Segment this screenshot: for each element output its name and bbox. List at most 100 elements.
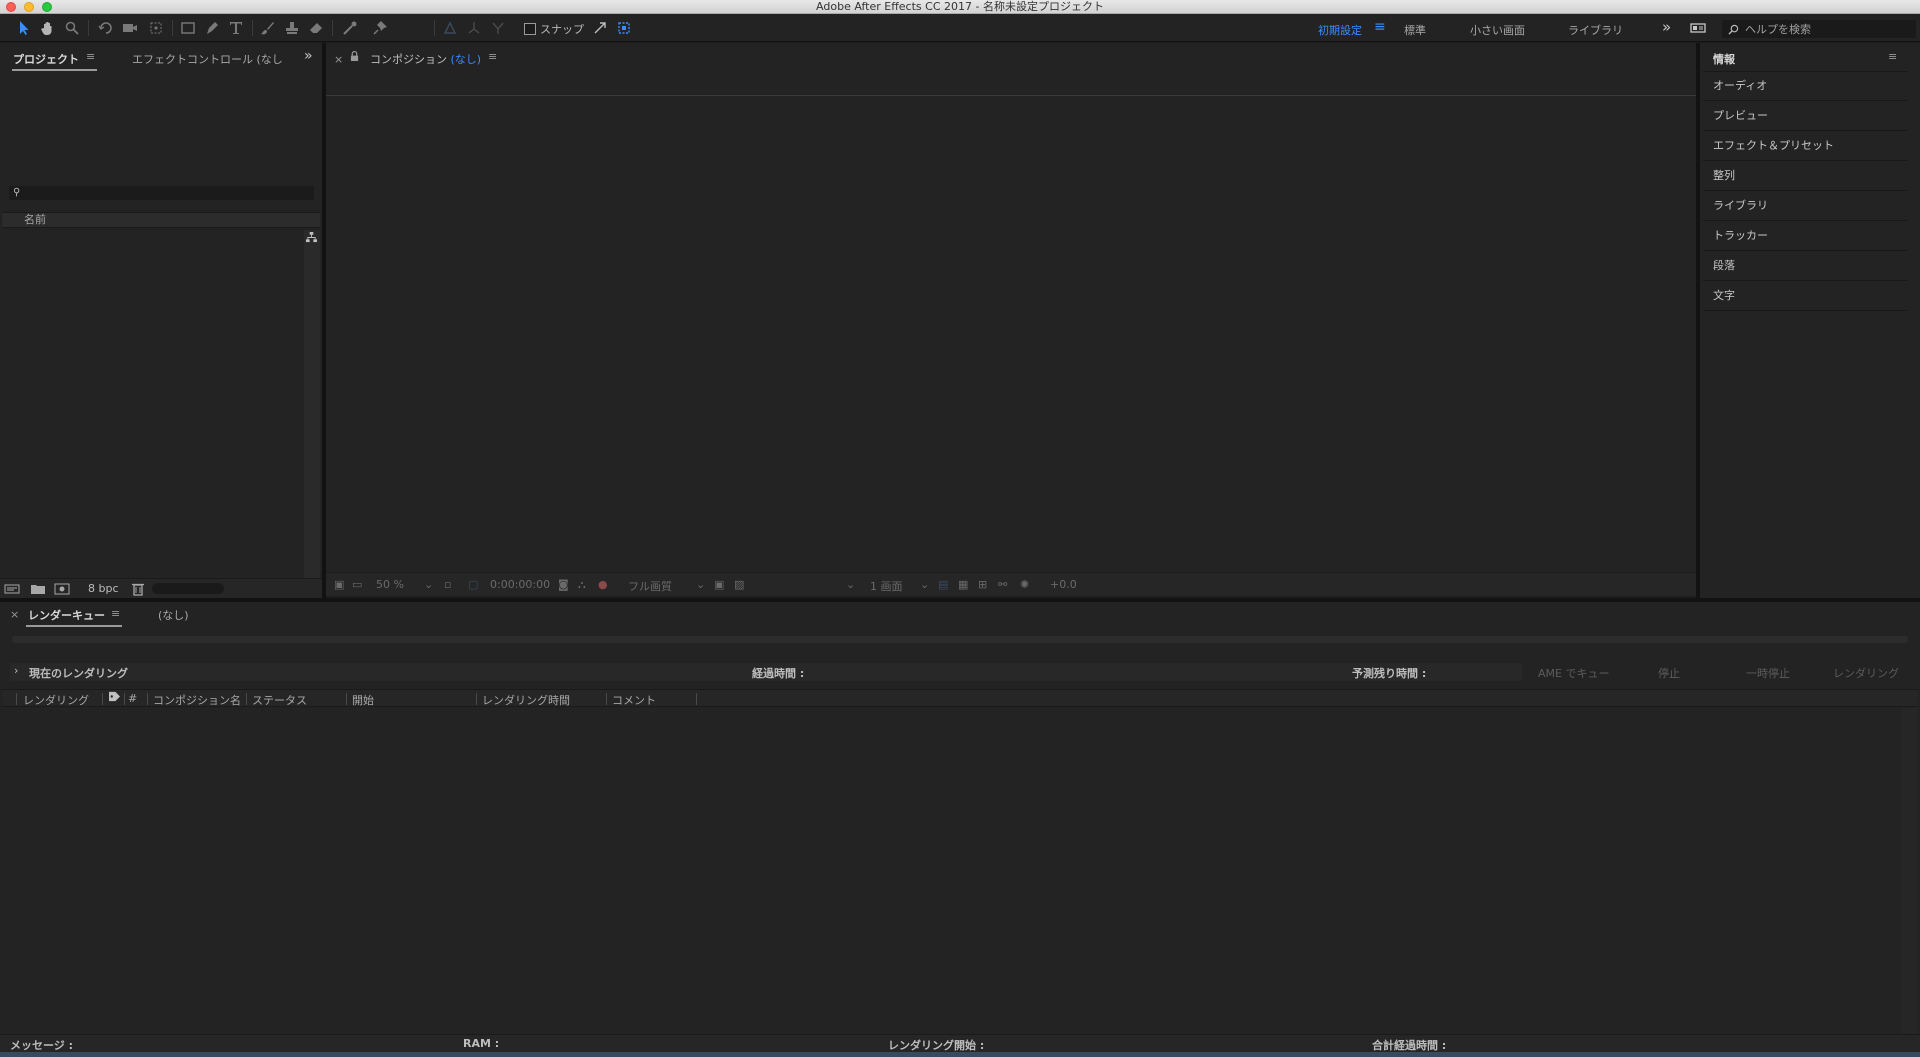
help-search-field[interactable]: ヘルプを検索 <box>1722 20 1916 38</box>
snap-extents-icon[interactable] <box>614 18 634 38</box>
pause-button[interactable]: 一時停止 <box>1746 665 1790 681</box>
view-axis-mode-icon[interactable] <box>488 18 508 38</box>
render-button[interactable]: レンダリング <box>1833 665 1899 681</box>
safe-margins-icon[interactable]: ▢ <box>468 578 478 591</box>
snap-checkbox[interactable] <box>524 23 536 35</box>
world-axis-mode-icon[interactable] <box>464 18 484 38</box>
panel-info[interactable]: 情報 <box>1713 51 1735 67</box>
type-tool-icon[interactable] <box>226 18 246 38</box>
column-started[interactable]: 開始 <box>352 692 374 708</box>
current-time-display[interactable]: 0:00:00:00 <box>490 578 550 591</box>
column-render-time[interactable]: レンダリング時間 <box>482 692 570 708</box>
fast-previews-icon[interactable]: ▦ <box>958 578 968 591</box>
exposure-reset-icon[interactable]: ✺ <box>1020 578 1029 591</box>
fit-icon[interactable]: ▫ <box>444 578 451 591</box>
flowchart-icon[interactable]: ⚯ <box>998 578 1007 591</box>
project-scrollbar[interactable] <box>304 230 320 578</box>
close-tab-icon[interactable]: × <box>334 53 343 66</box>
chevron-down-icon[interactable]: ⌄ <box>696 578 705 591</box>
render-queue-scrollbar[interactable] <box>1902 708 1918 1034</box>
tab-render-queue[interactable]: レンダーキュー <box>28 607 105 623</box>
column-comment[interactable]: コメント <box>612 692 656 708</box>
chevron-down-icon[interactable]: ⌄ <box>920 578 929 591</box>
panel-overflow-icon[interactable]: » <box>304 48 313 64</box>
puppet-pin-tool-icon[interactable] <box>370 18 390 38</box>
clone-stamp-tool-icon[interactable] <box>282 18 302 38</box>
panel-paragraph[interactable]: 段落 <box>1703 252 1907 281</box>
toggle-pixel-aspect-icon[interactable]: ▤ <box>938 578 948 591</box>
panel-audio[interactable]: オーディオ <box>1703 72 1907 101</box>
local-axis-mode-icon[interactable] <box>440 18 460 38</box>
stop-button[interactable]: 停止 <box>1658 665 1680 681</box>
panel-character[interactable]: 文字 <box>1703 282 1907 311</box>
tab-effect-controls[interactable]: エフェクトコントロール (なし <box>132 51 283 67</box>
region-of-interest-icon[interactable]: ▣ <box>714 578 724 591</box>
show-snapshot-icon[interactable]: ⛬ <box>578 578 586 592</box>
composition-viewer[interactable] <box>326 96 1696 572</box>
channel-rgb-icon[interactable]: ● <box>598 578 608 591</box>
view-layout-dropdown[interactable]: 1 画面 <box>870 578 903 594</box>
resolution-dropdown[interactable]: フル画質 <box>628 578 672 594</box>
rectangle-tool-icon[interactable] <box>178 18 198 38</box>
interpret-footage-icon[interactable] <box>2 579 22 599</box>
always-preview-icon[interactable]: ▣ <box>334 578 344 591</box>
bit-depth-button[interactable]: 8 bpc <box>88 582 119 595</box>
transparency-grid-icon[interactable]: ▨ <box>734 578 744 591</box>
exposure-value[interactable]: +0.0 <box>1050 578 1077 591</box>
lock-icon[interactable] <box>350 50 359 65</box>
hand-tool-icon[interactable] <box>38 18 58 38</box>
tab-project[interactable]: プロジェクト <box>13 51 79 67</box>
zoom-dropdown[interactable]: 50 % <box>376 578 404 591</box>
panel-preview[interactable]: プレビュー <box>1703 102 1907 131</box>
snap-feather-icon[interactable] <box>590 18 610 38</box>
workspace-menu-icon[interactable]: ≡ <box>1374 19 1386 35</box>
column-status[interactable]: ステータス <box>252 692 307 708</box>
column-composition-name[interactable]: コンポジション名 <box>153 692 241 708</box>
composition-panel-menu-icon[interactable]: ≡ <box>488 50 497 63</box>
chevron-down-icon[interactable]: ⌄ <box>424 578 433 591</box>
tab-composition[interactable]: コンポジション (なし) <box>370 51 481 67</box>
rotate-tool-icon[interactable] <box>96 18 116 38</box>
workspace-small-screen[interactable]: 小さい画面 <box>1470 22 1525 38</box>
chevron-right-icon[interactable]: › <box>14 664 18 677</box>
panel-effects-presets[interactable]: エフェクト＆プリセット <box>1703 132 1907 161</box>
eraser-tool-icon[interactable] <box>306 18 326 38</box>
workspace-libraries[interactable]: ライブラリ <box>1568 22 1623 38</box>
snap-toggle[interactable]: スナップ <box>524 21 584 37</box>
new-folder-icon[interactable] <box>28 579 48 599</box>
info-panel-menu-icon[interactable]: ≡ <box>1888 50 1897 63</box>
selection-tool-icon[interactable] <box>14 18 34 38</box>
label-tag-icon[interactable] <box>108 691 121 705</box>
trash-icon[interactable] <box>128 579 148 599</box>
workspace-overflow-icon[interactable]: » <box>1662 18 1671 36</box>
pen-tool-icon[interactable] <box>202 18 222 38</box>
chevron-down-icon[interactable]: ⌄ <box>846 578 855 591</box>
flowchart-icon[interactable] <box>306 232 317 243</box>
search-help-toggle-icon[interactable] <box>1688 18 1708 38</box>
render-queue-list[interactable] <box>2 708 1902 1034</box>
panel-tracker[interactable]: トラッカー <box>1703 222 1907 251</box>
workspace-default[interactable]: 初期設定 <box>1318 22 1362 38</box>
column-name-label[interactable]: 名前 <box>24 213 46 226</box>
render-queue-menu-icon[interactable]: ≡ <box>111 607 120 620</box>
brush-tool-icon[interactable] <box>258 18 278 38</box>
panel-libraries[interactable]: ライブラリ <box>1703 192 1907 221</box>
monitor-icon[interactable]: ▭ <box>352 578 362 591</box>
queue-in-ame-button[interactable]: AME でキュー <box>1538 665 1609 681</box>
workspace-standard[interactable]: 標準 <box>1404 22 1426 38</box>
project-search-input[interactable]: ⚲ <box>9 186 314 200</box>
panel-align[interactable]: 整列 <box>1703 162 1907 191</box>
camera-tool-icon[interactable] <box>120 18 140 38</box>
thumbnail-size-slider[interactable] <box>152 583 224 594</box>
roto-brush-tool-icon[interactable] <box>340 18 360 38</box>
project-items-list[interactable] <box>2 230 304 578</box>
project-panel-menu-icon[interactable]: ≡ <box>86 50 95 63</box>
tab-none[interactable]: (なし) <box>158 607 189 623</box>
pan-behind-tool-icon[interactable] <box>146 18 166 38</box>
timeline-icon[interactable]: ⊞ <box>978 578 987 591</box>
zoom-tool-icon[interactable] <box>62 18 82 38</box>
close-tab-icon[interactable]: × <box>10 608 19 621</box>
column-number[interactable]: # <box>128 692 137 705</box>
snapshot-camera-icon[interactable]: ◙ <box>558 578 569 591</box>
column-render[interactable]: レンダリング <box>23 692 89 708</box>
